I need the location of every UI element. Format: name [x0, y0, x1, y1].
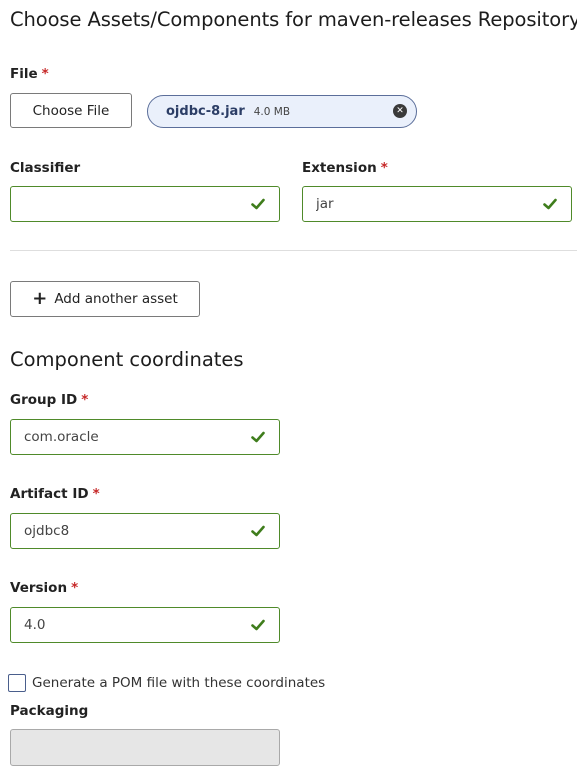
- extension-input[interactable]: [303, 187, 571, 221]
- artifact-id-input[interactable]: [11, 514, 279, 548]
- artifact-id-label-text: Artifact ID: [10, 486, 89, 502]
- plus-icon: +: [32, 288, 48, 309]
- packaging-input: [10, 729, 280, 766]
- generate-pom-label[interactable]: Generate a POM file with these coordinat…: [32, 675, 325, 691]
- group-id-input[interactable]: [11, 420, 279, 454]
- version-label-text: Version: [10, 580, 68, 596]
- extension-field: [302, 186, 572, 222]
- page-title: Choose Assets/Components for maven-relea…: [10, 8, 577, 31]
- group-id-label: Group ID *: [10, 392, 88, 408]
- classifier-label: Classifier: [10, 160, 81, 176]
- selected-file-chip: ojdbc-8.jar 4.0 MB ✕: [147, 95, 417, 128]
- selected-file-size: 4.0 MB: [253, 105, 291, 118]
- required-mark: *: [81, 392, 89, 408]
- group-id-field: [10, 419, 280, 455]
- required-mark: *: [380, 160, 388, 176]
- add-another-asset-button[interactable]: + Add another asset: [10, 281, 200, 317]
- valid-check-icon: [251, 525, 265, 537]
- required-mark: *: [41, 66, 49, 82]
- valid-check-icon: [251, 431, 265, 443]
- artifact-id-label: Artifact ID *: [10, 486, 100, 502]
- artifact-id-field: [10, 513, 280, 549]
- choose-file-button[interactable]: Choose File: [10, 93, 132, 128]
- file-label: File *: [10, 66, 49, 82]
- version-input[interactable]: [11, 608, 279, 642]
- selected-file-name: ojdbc-8.jar: [166, 104, 245, 119]
- component-coordinates-heading: Component coordinates: [10, 348, 244, 371]
- group-id-label-text: Group ID: [10, 392, 78, 408]
- required-mark: *: [71, 580, 79, 596]
- packaging-label: Packaging: [10, 703, 89, 719]
- generate-pom-checkbox[interactable]: [8, 674, 26, 692]
- required-mark: *: [92, 486, 100, 502]
- add-another-asset-label: Add another asset: [54, 291, 178, 307]
- section-divider: [10, 250, 577, 251]
- valid-check-icon: [251, 198, 265, 210]
- version-field: [10, 607, 280, 643]
- classifier-input[interactable]: [11, 187, 279, 221]
- version-label: Version *: [10, 580, 78, 596]
- extension-label-text: Extension: [302, 160, 377, 176]
- extension-label: Extension *: [302, 160, 388, 176]
- remove-file-icon[interactable]: ✕: [393, 104, 407, 118]
- file-label-text: File: [10, 66, 38, 82]
- valid-check-icon: [251, 619, 265, 631]
- valid-check-icon: [543, 198, 557, 210]
- classifier-field: [10, 186, 280, 222]
